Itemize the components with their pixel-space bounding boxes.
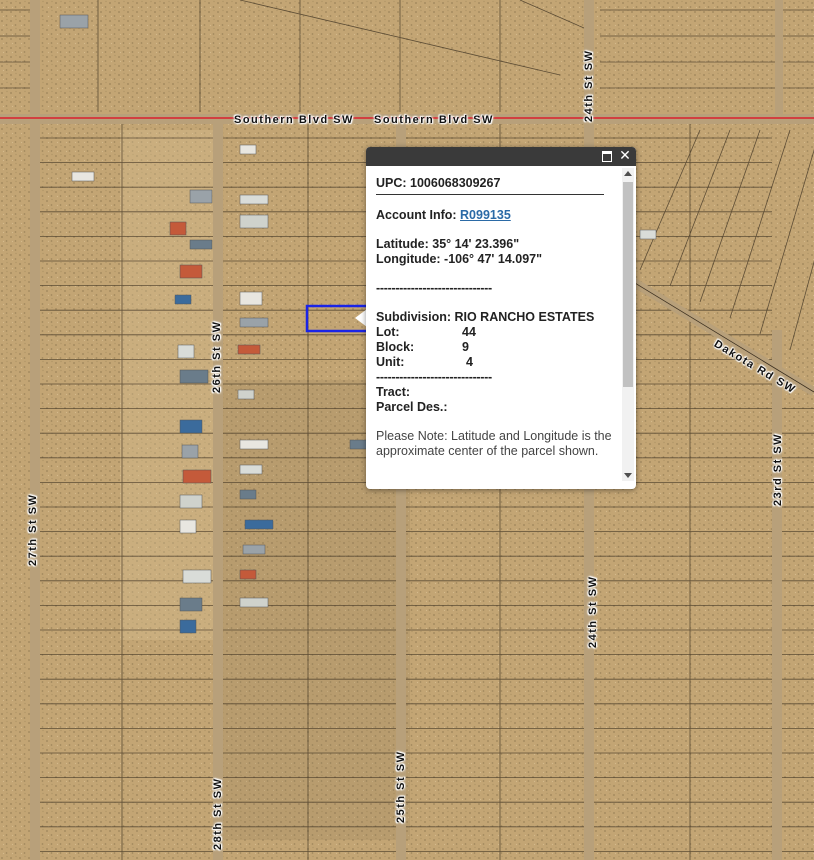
house [189, 239, 213, 250]
house [179, 619, 197, 634]
popup-content[interactable]: UPC: 1006068309267 Account Info: R099135… [366, 166, 622, 483]
house [179, 597, 203, 612]
dash-separator-2: ------------------------------ [376, 370, 492, 384]
popup-scrollbar[interactable] [622, 168, 634, 481]
dash-separator: ------------------------------ [376, 281, 492, 295]
divider [376, 194, 604, 195]
account-label: Account Info: [376, 208, 457, 222]
house [174, 294, 192, 305]
house [239, 569, 257, 580]
house [244, 519, 274, 530]
popup-titlebar: ✕ [366, 147, 636, 166]
parcel-info-popup: ✕ UPC: 1006068309267 Account Info: R0991… [366, 147, 636, 489]
block-label: Block: [376, 340, 415, 354]
account-link[interactable]: R099135 [460, 208, 511, 222]
parcel-des-label: Parcel Des.: [376, 400, 448, 414]
unit-value: 4 [466, 355, 473, 369]
st-27th-label: 27th St SW [27, 493, 39, 566]
lighter-patch [120, 130, 220, 640]
house [177, 344, 195, 359]
scroll-up-icon[interactable] [624, 171, 632, 176]
house [59, 14, 89, 29]
house [179, 369, 209, 384]
lot-row: Lot: 44 [376, 325, 612, 340]
house [239, 194, 269, 205]
latitude-text: Latitude: 35° 14' 23.396" [376, 237, 520, 251]
close-button[interactable]: ✕ [618, 149, 632, 163]
house [239, 214, 269, 229]
house [182, 569, 212, 584]
st-26th-label: 26th St SW [211, 320, 223, 393]
lot-label: Lot: [376, 325, 400, 339]
house [182, 469, 212, 484]
st-23rd-label: 23rd St SW [772, 432, 784, 506]
lot-value: 44 [462, 325, 476, 339]
subdivision-text: Subdivision: RIO RANCHO ESTATES [376, 310, 595, 324]
note-text: Please Note: Latitude and Longitude is t… [376, 429, 612, 458]
house [239, 291, 263, 306]
tract-label: Tract: [376, 385, 411, 399]
maximize-button[interactable] [600, 149, 614, 163]
account-info: Account Info: R099135 [376, 208, 612, 223]
unit-row: Unit: 4 [376, 355, 612, 370]
st-24th-label-bottom: 24th St SW [587, 575, 599, 648]
house [237, 344, 261, 355]
southern-blvd-label-1: Southern Blvd SW [234, 114, 354, 126]
scroll-thumb[interactable] [623, 182, 633, 387]
house [189, 189, 213, 204]
house [239, 597, 269, 608]
scroll-down-icon[interactable] [624, 473, 632, 478]
house [179, 494, 203, 509]
house [179, 264, 203, 279]
house [639, 229, 657, 240]
house [239, 464, 263, 475]
house [239, 439, 269, 450]
maximize-icon [602, 151, 612, 162]
house [242, 544, 266, 555]
st-24th-label-top: 24th St SW [583, 49, 595, 122]
st-28th-label: 28th St SW [212, 777, 224, 850]
house [179, 419, 203, 434]
close-icon: ✕ [619, 148, 631, 164]
longitude-text: Longitude: -106° 47' 14.097" [376, 252, 543, 266]
block-row: Block: 9 [376, 340, 612, 355]
house [179, 519, 197, 534]
house [71, 171, 95, 182]
house [239, 489, 257, 500]
southern-blvd-label-2: Southern Blvd SW [374, 114, 494, 126]
st-25th-label: 25th St SW [395, 750, 407, 823]
house [239, 144, 257, 155]
house [239, 317, 269, 328]
upc-text: UPC: 1006068309267 [376, 176, 501, 190]
house [169, 221, 187, 236]
house [181, 444, 199, 459]
house [237, 389, 255, 400]
block-value: 9 [462, 340, 469, 354]
unit-label: Unit: [376, 355, 405, 369]
